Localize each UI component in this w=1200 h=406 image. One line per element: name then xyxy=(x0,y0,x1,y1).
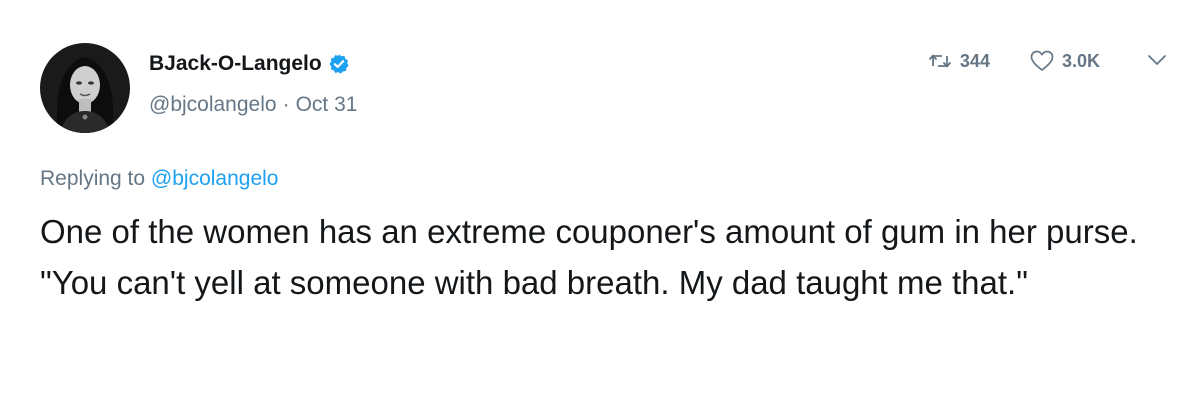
more-menu-button[interactable] xyxy=(1146,51,1168,72)
retweet-button[interactable]: 344 xyxy=(928,51,990,72)
replying-to: Replying to @bjcolangelo xyxy=(40,167,278,191)
handle-row: @bjcolangelo · Oct 31 xyxy=(149,93,357,117)
separator-dot: · xyxy=(282,93,290,116)
display-name[interactable]: BJack-O-Langelo xyxy=(149,52,322,76)
like-count: 3.0K xyxy=(1061,50,1100,71)
tweet-card: BJack-O-Langelo @bjcolangelo · Oct 31 344 xyxy=(0,0,1200,406)
replying-prefix: Replying to xyxy=(40,167,146,190)
user-handle[interactable]: @bjcolangelo xyxy=(149,93,277,116)
reply-mention-link[interactable]: @bjcolangelo xyxy=(151,167,279,190)
like-button[interactable]: 3.0K xyxy=(1030,50,1100,72)
avatar-photo xyxy=(40,43,130,133)
tweet-text: One of the women has an extreme couponer… xyxy=(40,213,1138,301)
name-row: BJack-O-Langelo xyxy=(149,52,350,76)
heart-icon xyxy=(1030,50,1054,71)
tweet-date[interactable]: Oct 31 xyxy=(296,93,358,116)
chevron-down-icon xyxy=(1148,54,1166,65)
retweet-icon xyxy=(929,54,951,68)
verified-badge-icon xyxy=(328,53,350,75)
avatar[interactable] xyxy=(40,43,130,133)
retweet-count: 344 xyxy=(959,50,990,71)
tweet-actions: 344 3.0K xyxy=(928,50,1168,72)
